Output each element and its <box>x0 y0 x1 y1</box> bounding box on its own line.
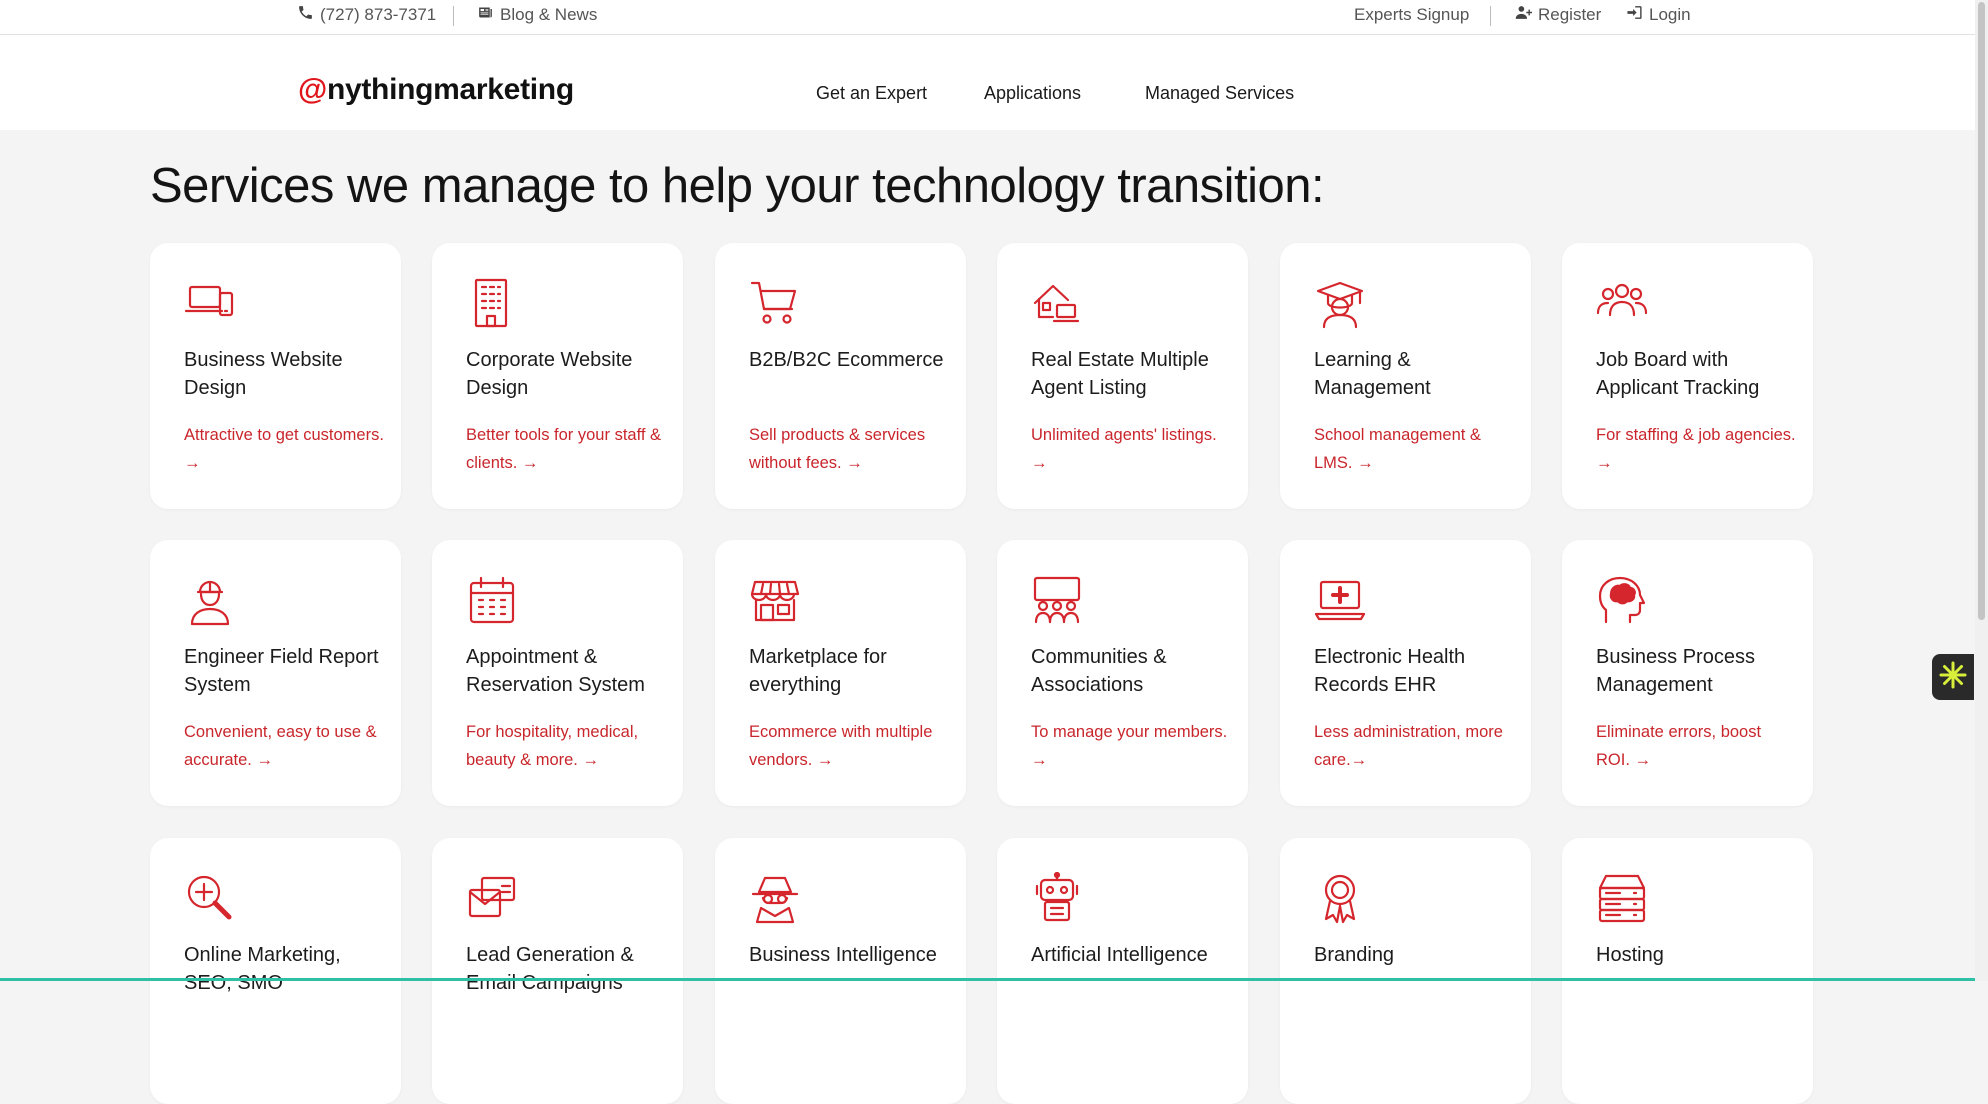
service-card[interactable]: Business Process Management Eliminate err… <box>1562 540 1813 806</box>
login-label: Login <box>1649 5 1691 24</box>
robot-icon <box>1031 871 1083 924</box>
service-card[interactable]: B2B/B2C Ecommerce Sell products & service… <box>715 243 966 509</box>
phone-number: (727) 873-7371 <box>320 5 437 24</box>
user-plus-icon <box>1515 4 1532 26</box>
service-card[interactable]: Marketplace for everything Ecommerce with… <box>715 540 966 806</box>
service-card-title: Real Estate Multiple Agent Listing <box>1031 349 1209 399</box>
nav-managed-services[interactable]: Managed Services <box>1145 83 1294 104</box>
page-scrollbar[interactable] <box>1975 0 1988 981</box>
service-card[interactable]: Business Intelligence <box>715 838 966 1104</box>
site-logo[interactable]: @nythingmarketing <box>298 73 574 107</box>
service-card[interactable]: Electronic Health Records EHR Less admini… <box>1280 540 1531 806</box>
service-card-title: Artificial Intelligence <box>1031 944 1208 966</box>
service-card[interactable]: Lead Generation & Email Campaigns <box>432 838 683 1104</box>
graduate-icon <box>1314 277 1366 329</box>
nav-get-an-expert[interactable]: Get an Expert <box>816 83 927 104</box>
people-group-icon <box>1596 277 1648 329</box>
community-icon <box>1031 574 1083 626</box>
main-content: Services we manage to help your technolo… <box>0 130 1975 1104</box>
service-card-title: Communities & Associations <box>1031 646 1167 696</box>
service-card-link[interactable]: Convenient, easy to use & accurate. → <box>184 718 384 774</box>
service-card-title: Engineer Field Report System <box>184 646 379 696</box>
service-card-link[interactable]: Unlimited agents' listings. → <box>1031 421 1231 477</box>
service-card-title: Electronic Health Records EHR <box>1314 646 1466 696</box>
spy-icon <box>749 872 801 924</box>
experts-signup-label: Experts Signup <box>1354 5 1470 24</box>
experts-signup-link[interactable]: Experts Signup <box>1354 2 1469 28</box>
service-card-link[interactable]: For staffing & job agencies. → <box>1596 421 1796 477</box>
calendar-icon <box>466 574 518 626</box>
site-header: @nythingmarketing Get an Expert Applicat… <box>0 35 1975 130</box>
service-card[interactable]: Corporate Website Design Better tools for… <box>432 243 683 509</box>
scrollbar-thumb[interactable] <box>1978 2 1985 620</box>
service-card[interactable]: Appointment & Reservation System For hosp… <box>432 540 683 806</box>
service-card[interactable]: Business Website Design Attractive to get… <box>150 243 401 509</box>
engineer-icon <box>184 574 236 626</box>
asterisk-icon <box>1938 660 1968 695</box>
award-icon <box>1314 872 1366 924</box>
service-card[interactable]: Engineer Field Report System Convenient, … <box>150 540 401 806</box>
divider <box>453 6 454 26</box>
service-card-link[interactable]: Ecommerce with multiple vendors. → <box>749 718 949 774</box>
cart-icon <box>749 277 801 329</box>
register-label: Register <box>1538 5 1602 24</box>
service-card[interactable]: Artificial Intelligence <box>997 838 1248 1104</box>
service-card-title: Business Website Design <box>184 349 343 399</box>
accessibility-widget-button[interactable] <box>1932 654 1974 700</box>
phone-icon <box>297 4 314 26</box>
mail-card-icon <box>466 872 518 924</box>
nav-applications[interactable]: Applications <box>984 83 1081 104</box>
service-card[interactable]: Online Marketing, SEO, SMO <box>150 838 401 1104</box>
blog-label: Blog & News <box>500 5 598 24</box>
page-title: Services we manage to help your technolo… <box>150 159 1325 213</box>
service-card[interactable]: Job Board with Applicant Tracking For sta… <box>1562 243 1813 509</box>
service-card-title: Marketplace for everything <box>749 646 887 696</box>
service-card[interactable]: Communities & Associations To manage your… <box>997 540 1248 806</box>
service-card[interactable]: Branding <box>1280 838 1531 1104</box>
blog-link[interactable]: Blog & News <box>477 2 597 28</box>
service-card-title: Business Process Management <box>1596 646 1755 696</box>
login-link[interactable]: Login <box>1626 2 1691 28</box>
phone-link[interactable]: (727) 873-7371 <box>297 2 436 28</box>
laptop-phone-icon <box>184 277 236 329</box>
newspaper-icon <box>477 4 494 26</box>
service-card-link[interactable]: To manage your members. → <box>1031 718 1231 774</box>
service-card-title: Hosting <box>1596 944 1664 966</box>
service-card[interactable]: Hosting <box>1562 838 1813 1104</box>
service-card-title: Appointment & Reservation System <box>466 646 645 696</box>
divider <box>1490 6 1491 26</box>
service-card-title: Online Marketing, SEO, SMO <box>184 944 341 994</box>
register-link[interactable]: Register <box>1515 2 1601 28</box>
service-card-link[interactable]: School management & LMS. → <box>1314 421 1514 477</box>
top-utility-bar: (727) 873-7371 Blog & News Experts Signu… <box>0 0 1975 35</box>
brain-head-icon <box>1596 574 1648 626</box>
service-card-link[interactable]: Better tools for your staff & clients. → <box>466 421 666 477</box>
store-icon <box>749 574 801 626</box>
service-card-title: Branding <box>1314 944 1395 966</box>
service-card-title: Business Intelligence <box>749 944 937 966</box>
service-card-title: Job Board with Applicant Tracking <box>1596 349 1760 399</box>
house-laptop-icon <box>1031 277 1083 329</box>
service-card-link[interactable]: Less administration, more care.→ <box>1314 718 1514 774</box>
service-card-link[interactable]: For hospitality, medical, beauty & more.… <box>466 718 666 774</box>
sign-in-icon <box>1626 4 1643 26</box>
service-card-link[interactable]: Eliminate errors, boost ROI. → <box>1596 718 1796 774</box>
server-icon <box>1596 872 1648 924</box>
service-card-link[interactable]: Sell products & services without fees. → <box>749 421 949 477</box>
service-card-link[interactable]: Attractive to get customers. → <box>184 421 384 477</box>
service-card[interactable]: Real Estate Multiple Agent Listing Unlimi… <box>997 243 1248 509</box>
service-card-title: B2B/B2C Ecommerce <box>749 349 944 371</box>
service-card[interactable]: Learning & Management School management &… <box>1280 243 1531 509</box>
laptop-medical-icon <box>1314 574 1366 626</box>
magnifier-plus-icon <box>184 872 236 924</box>
service-card-title: Lead Generation & Email Campaigns <box>466 944 634 994</box>
service-card-title: Learning & Management <box>1314 349 1431 399</box>
service-card-title: Corporate Website Design <box>466 349 633 399</box>
building-icon <box>466 277 518 329</box>
